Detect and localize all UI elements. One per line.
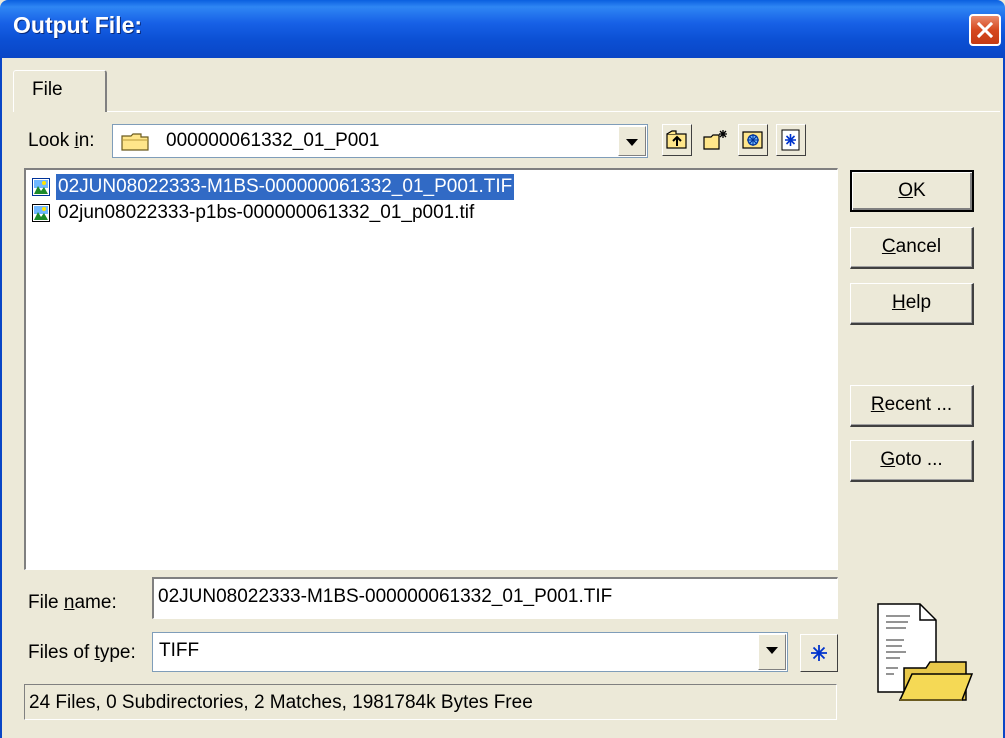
- close-button[interactable]: [969, 14, 1001, 46]
- close-icon: [976, 21, 994, 39]
- create-new-folder-button[interactable]: [700, 124, 730, 156]
- file-type-dropdown[interactable]: TIFF: [152, 632, 788, 672]
- file-name-value: 02JUN08022333-M1BS-000000061332_01_P001.…: [158, 586, 613, 607]
- file-name: 02JUN08022333-M1BS-000000061332_01_P001.…: [54, 173, 516, 201]
- list-view-icon: [742, 131, 763, 149]
- new-folder-icon: [703, 130, 727, 150]
- file-type-value: TIFF: [159, 640, 200, 661]
- look-in-dropdown[interactable]: 000000061332_01_P001: [112, 124, 648, 158]
- document-folder-icon: [877, 603, 974, 701]
- tab-divider: [107, 111, 1000, 112]
- filter-button[interactable]: [800, 634, 838, 672]
- window-title: Output File:: [13, 12, 143, 38]
- cancel-button[interactable]: Cancel: [850, 227, 974, 269]
- ok-button[interactable]: OK: [850, 170, 974, 212]
- file-name-label: File name:: [28, 592, 117, 613]
- look-in-label: Look in:: [28, 130, 95, 151]
- tab-file[interactable]: File: [13, 70, 107, 112]
- file-type-label: Files of type:: [28, 642, 136, 663]
- list-view-button[interactable]: [738, 124, 768, 156]
- asterisk-icon: [811, 645, 827, 661]
- file-name: 02jun08022333-p1bs-000000061332_01_p001.…: [58, 202, 475, 223]
- status-bar: 24 Files, 0 Subdirectories, 2 Matches, 1…: [24, 684, 837, 720]
- up-one-level-button[interactable]: [662, 124, 692, 156]
- look-in-value: 000000061332_01_P001: [166, 130, 380, 151]
- file-type-dropdown-button[interactable]: [758, 634, 786, 670]
- title-bar[interactable]: Output File:: [0, 0, 1005, 58]
- image-file-icon: [32, 204, 50, 222]
- details-button[interactable]: [776, 124, 806, 156]
- tab-file-label: File: [32, 79, 63, 100]
- asterisk-icon: [781, 129, 800, 151]
- look-in-dropdown-button[interactable]: [618, 126, 646, 156]
- image-file-icon: [32, 178, 50, 196]
- folder-up-icon: [666, 130, 687, 149]
- file-list[interactable]: 02JUN08022333-M1BS-000000061332_01_P001.…: [24, 168, 838, 570]
- goto-button[interactable]: Goto ...: [850, 440, 974, 482]
- help-button[interactable]: Help: [850, 283, 974, 325]
- status-text: 24 Files, 0 Subdirectories, 2 Matches, 1…: [29, 692, 533, 713]
- recent-button[interactable]: Recent ...: [850, 385, 974, 427]
- folder-icon: [121, 133, 149, 151]
- file-name-field[interactable]: 02JUN08022333-M1BS-000000061332_01_P001.…: [152, 577, 838, 619]
